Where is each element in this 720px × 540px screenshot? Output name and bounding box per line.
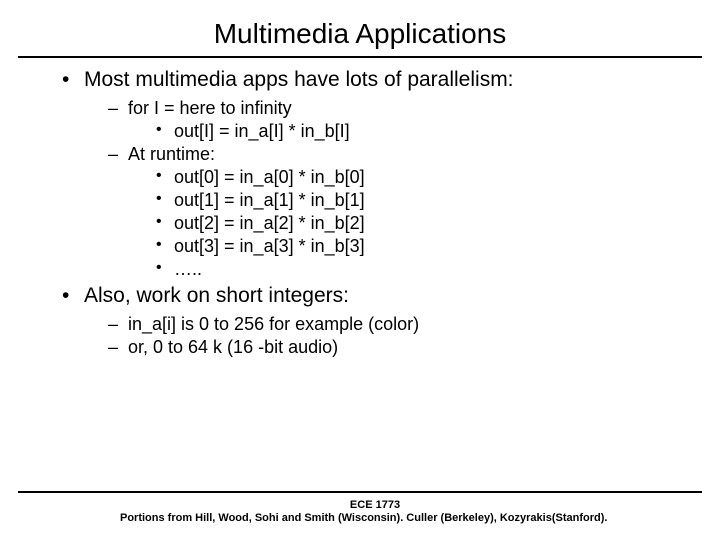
bullet-1-1-text: for I = here to infinity [128, 98, 292, 118]
footer-credits: Portions from Hill, Wood, Sohi and Smith… [120, 512, 630, 526]
bullet-1-1: for I = here to infinity out[I] = in_a[I… [106, 98, 680, 142]
footer: ECE 1773 Portions from Hill, Wood, Sohi … [0, 491, 720, 527]
bullet-2: Also, work on short integers: in_a[i] is… [56, 284, 680, 358]
bullet-1-1-1: out[I] = in_a[I] * in_b[I] [154, 121, 680, 142]
footer-course: ECE 1773 [120, 499, 630, 513]
bullet-2-1: in_a[i] is 0 to 256 for example (color) [106, 314, 680, 335]
footer-divider [18, 491, 702, 493]
bullet-1-2-3: out[2] = in_a[2] * in_b[2] [154, 213, 680, 234]
bullet-2-text: Also, work on short integers: [84, 284, 349, 307]
bullet-1-2-4: out[3] = in_a[3] * in_b[3] [154, 236, 680, 257]
bullet-1-2-2: out[1] = in_a[1] * in_b[1] [154, 190, 680, 211]
title-divider [18, 56, 702, 58]
slide-content: Most multimedia apps have lots of parall… [0, 68, 720, 358]
bullet-1-2-text: At runtime: [128, 144, 215, 164]
bullet-1-2-1: out[0] = in_a[0] * in_b[0] [154, 167, 680, 188]
bullet-1: Most multimedia apps have lots of parall… [56, 68, 680, 280]
slide-title: Multimedia Applications [0, 0, 720, 56]
bullet-1-text: Most multimedia apps have lots of parall… [84, 68, 514, 91]
bullet-1-2-5: ….. [154, 259, 680, 280]
bullet-1-2: At runtime: out[0] = in_a[0] * in_b[0] o… [106, 144, 680, 280]
bullet-2-2: or, 0 to 64 k (16 -bit audio) [106, 337, 680, 358]
